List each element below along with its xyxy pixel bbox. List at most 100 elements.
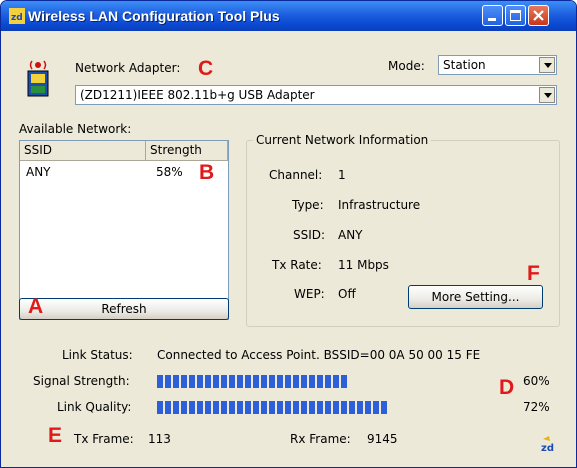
level-segment (213, 375, 219, 388)
tx-frame-value: 113 (148, 432, 171, 446)
level-segment (197, 375, 203, 388)
mode-value: Station (443, 58, 486, 72)
chevron-down-icon[interactable] (539, 57, 555, 73)
level-segment (269, 375, 275, 388)
level-segment (333, 375, 339, 388)
level-segment (181, 375, 187, 388)
level-segment (325, 375, 331, 388)
network-adapter-select[interactable]: (ZD1211)IEEE 802.11b+g USB Adapter (75, 85, 557, 105)
level-segment (325, 401, 331, 414)
level-segment (157, 375, 163, 388)
window-title: Wireless LAN Configuration Tool Plus (28, 8, 280, 24)
maximize-icon (510, 10, 521, 21)
level-segment (293, 401, 299, 414)
level-segment (341, 401, 347, 414)
channel-value: 1 (338, 168, 346, 182)
marker-a: A (28, 295, 44, 318)
level-segment (173, 401, 179, 414)
channel-label: Channel: (269, 168, 323, 182)
level-segment (317, 401, 323, 414)
available-network-label: Available Network: (19, 122, 132, 136)
level-segment (165, 375, 171, 388)
level-segment (357, 401, 363, 414)
current-network-title: Current Network Information (253, 133, 432, 147)
ssid-value: ANY (338, 228, 363, 242)
refresh-button[interactable]: Refresh (19, 298, 229, 320)
level-segment (261, 375, 267, 388)
signal-strength-bar (157, 375, 483, 388)
mode-select[interactable]: Station (438, 55, 557, 75)
network-row[interactable]: ANY 58% (20, 163, 228, 181)
level-segment (373, 401, 379, 414)
wep-label: WEP: (294, 287, 325, 301)
marker-c: C (198, 57, 214, 80)
column-header-ssid[interactable]: SSID (20, 141, 146, 160)
signal-strength-value: 60% (523, 374, 550, 388)
tx-rate-label: Tx Rate: (272, 258, 322, 272)
level-segment (301, 401, 307, 414)
level-segment (237, 375, 243, 388)
wep-value: Off (338, 287, 356, 301)
level-segment (309, 375, 315, 388)
close-icon (533, 10, 544, 21)
available-network-list[interactable]: SSID Strength ANY 58% (19, 140, 229, 320)
level-segment (245, 401, 251, 414)
level-segment (261, 401, 267, 414)
maximize-button[interactable] (505, 5, 526, 26)
level-segment (173, 375, 179, 388)
level-segment (245, 375, 251, 388)
level-segment (189, 401, 195, 414)
level-segment (285, 401, 291, 414)
marker-b: B (199, 161, 215, 184)
rx-frame-value: 9145 (367, 432, 398, 446)
level-segment (285, 375, 291, 388)
link-quality-value: 72% (523, 400, 550, 414)
level-segment (333, 401, 339, 414)
level-segment (221, 375, 227, 388)
column-header-strength[interactable]: Strength (146, 141, 228, 160)
network-adapter-value: (ZD1211)IEEE 802.11b+g USB Adapter (80, 88, 315, 102)
chevron-down-icon[interactable] (539, 87, 555, 103)
signal-strength-label: Signal Strength: (33, 374, 130, 388)
link-quality-label: Link Quality: (57, 400, 132, 414)
level-segment (277, 375, 283, 388)
list-header: SSID Strength (20, 141, 228, 161)
marker-d: D (499, 376, 515, 399)
level-segment (221, 401, 227, 414)
link-quality-bar (157, 401, 483, 414)
link-status-label: Link Status: (62, 348, 133, 362)
app-window: zd Wireless LAN Configuration Tool Plus … (0, 0, 577, 468)
link-status-value: Connected to Access Point. BSSID=00 0A 5… (157, 348, 481, 362)
minimize-icon (488, 18, 496, 21)
network-adapter-label: Network Adapter: (75, 61, 181, 75)
level-segment (229, 401, 235, 414)
level-segment (253, 375, 259, 388)
rx-frame-label: Rx Frame: (290, 432, 351, 446)
level-segment (181, 401, 187, 414)
level-segment (365, 401, 371, 414)
level-segment (277, 401, 283, 414)
title-bar[interactable]: zd Wireless LAN Configuration Tool Plus (1, 1, 576, 31)
row-strength: 58% (156, 165, 183, 179)
level-segment (157, 401, 163, 414)
mode-label: Mode: (388, 59, 425, 73)
level-segment (229, 375, 235, 388)
app-logo-icon: zd (9, 8, 25, 24)
level-segment (269, 401, 275, 414)
level-segment (205, 401, 211, 414)
level-segment (189, 375, 195, 388)
more-setting-button[interactable]: More Setting... (408, 285, 543, 309)
svg-text:zd: zd (11, 13, 23, 23)
level-segment (237, 401, 243, 414)
tx-rate-value: 11 Mbps (338, 258, 389, 272)
type-label: Type: (292, 198, 324, 212)
tx-frame-label: Tx Frame: (74, 432, 134, 446)
level-segment (213, 401, 219, 414)
row-ssid: ANY (26, 165, 51, 179)
close-button[interactable] (528, 5, 549, 26)
level-segment (205, 375, 211, 388)
level-segment (293, 375, 299, 388)
minimize-button[interactable] (482, 5, 503, 26)
level-segment (349, 401, 355, 414)
level-segment (341, 375, 347, 388)
